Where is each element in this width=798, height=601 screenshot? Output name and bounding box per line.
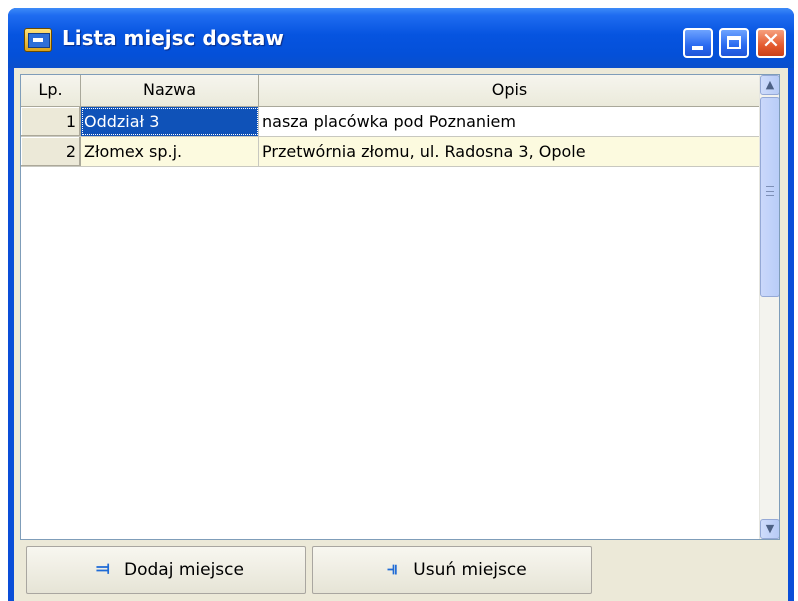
add-place-icon: ⫤	[96, 558, 110, 579]
grid-header: Lp. Nazwa Opis	[21, 75, 761, 107]
vertical-scrollbar[interactable]: ▲ ▼	[759, 75, 779, 539]
delete-place-button[interactable]: ⫣ Usuń miejsce	[312, 546, 592, 594]
grip-icon	[766, 186, 774, 196]
chevron-down-icon: ▼	[765, 522, 775, 535]
places-grid[interactable]: Lp. Nazwa Opis 1 Oddział 3 nasza placówk…	[20, 74, 780, 540]
nazwa-cell[interactable]: Złomex sp.j.	[81, 137, 259, 166]
maximize-icon	[727, 36, 741, 49]
nazwa-cell[interactable]: Oddział 3	[81, 107, 259, 136]
app-icon	[24, 28, 52, 52]
minimize-button[interactable]	[683, 28, 713, 58]
opis-cell[interactable]: Przetwórnia złomu, ul. Radosna 3, Opole	[259, 137, 761, 166]
title-bar[interactable]: Lista miejsc dostaw ✕	[8, 8, 794, 68]
column-header-lp[interactable]: Lp.	[21, 75, 81, 107]
table-row[interactable]: 1 Oddział 3 nasza placówka pod Poznaniem	[21, 107, 761, 137]
table-row[interactable]: 2 Złomex sp.j. Przetwórnia złomu, ul. Ra…	[21, 137, 761, 167]
window-title: Lista miejsc dostaw	[62, 26, 284, 50]
opis-cell[interactable]: nasza placówka pod Poznaniem	[259, 107, 761, 136]
scroll-down-button[interactable]: ▼	[760, 519, 779, 539]
scroll-up-button[interactable]: ▲	[760, 75, 779, 95]
client-area: Lp. Nazwa Opis 1 Oddział 3 nasza placówk…	[14, 68, 788, 601]
add-place-button[interactable]: ⫤ Dodaj miejsce	[26, 546, 306, 594]
grid-rows: 1 Oddział 3 nasza placówka pod Poznaniem…	[21, 107, 761, 167]
maximize-button[interactable]	[719, 28, 749, 58]
close-icon: ✕	[761, 29, 781, 54]
column-header-opis[interactable]: Opis	[259, 75, 761, 107]
window: Lista miejsc dostaw ✕ Lp. Nazwa Opis 1 O…	[8, 8, 794, 601]
row-number-cell[interactable]: 1	[21, 107, 81, 136]
close-button[interactable]: ✕	[756, 28, 786, 58]
add-place-label: Dodaj miejsce	[124, 560, 244, 580]
minimize-icon	[692, 46, 703, 50]
delete-place-icon: ⫣	[386, 558, 398, 579]
row-number-cell[interactable]: 2	[21, 137, 81, 166]
button-bar: ⫤ Dodaj miejsce ⫣ Usuń miejsce	[20, 546, 780, 598]
delete-place-label: Usuń miejsce	[413, 560, 527, 580]
scroll-thumb[interactable]	[760, 97, 779, 297]
column-header-nazwa[interactable]: Nazwa	[81, 75, 259, 107]
chevron-up-icon: ▲	[765, 78, 775, 91]
